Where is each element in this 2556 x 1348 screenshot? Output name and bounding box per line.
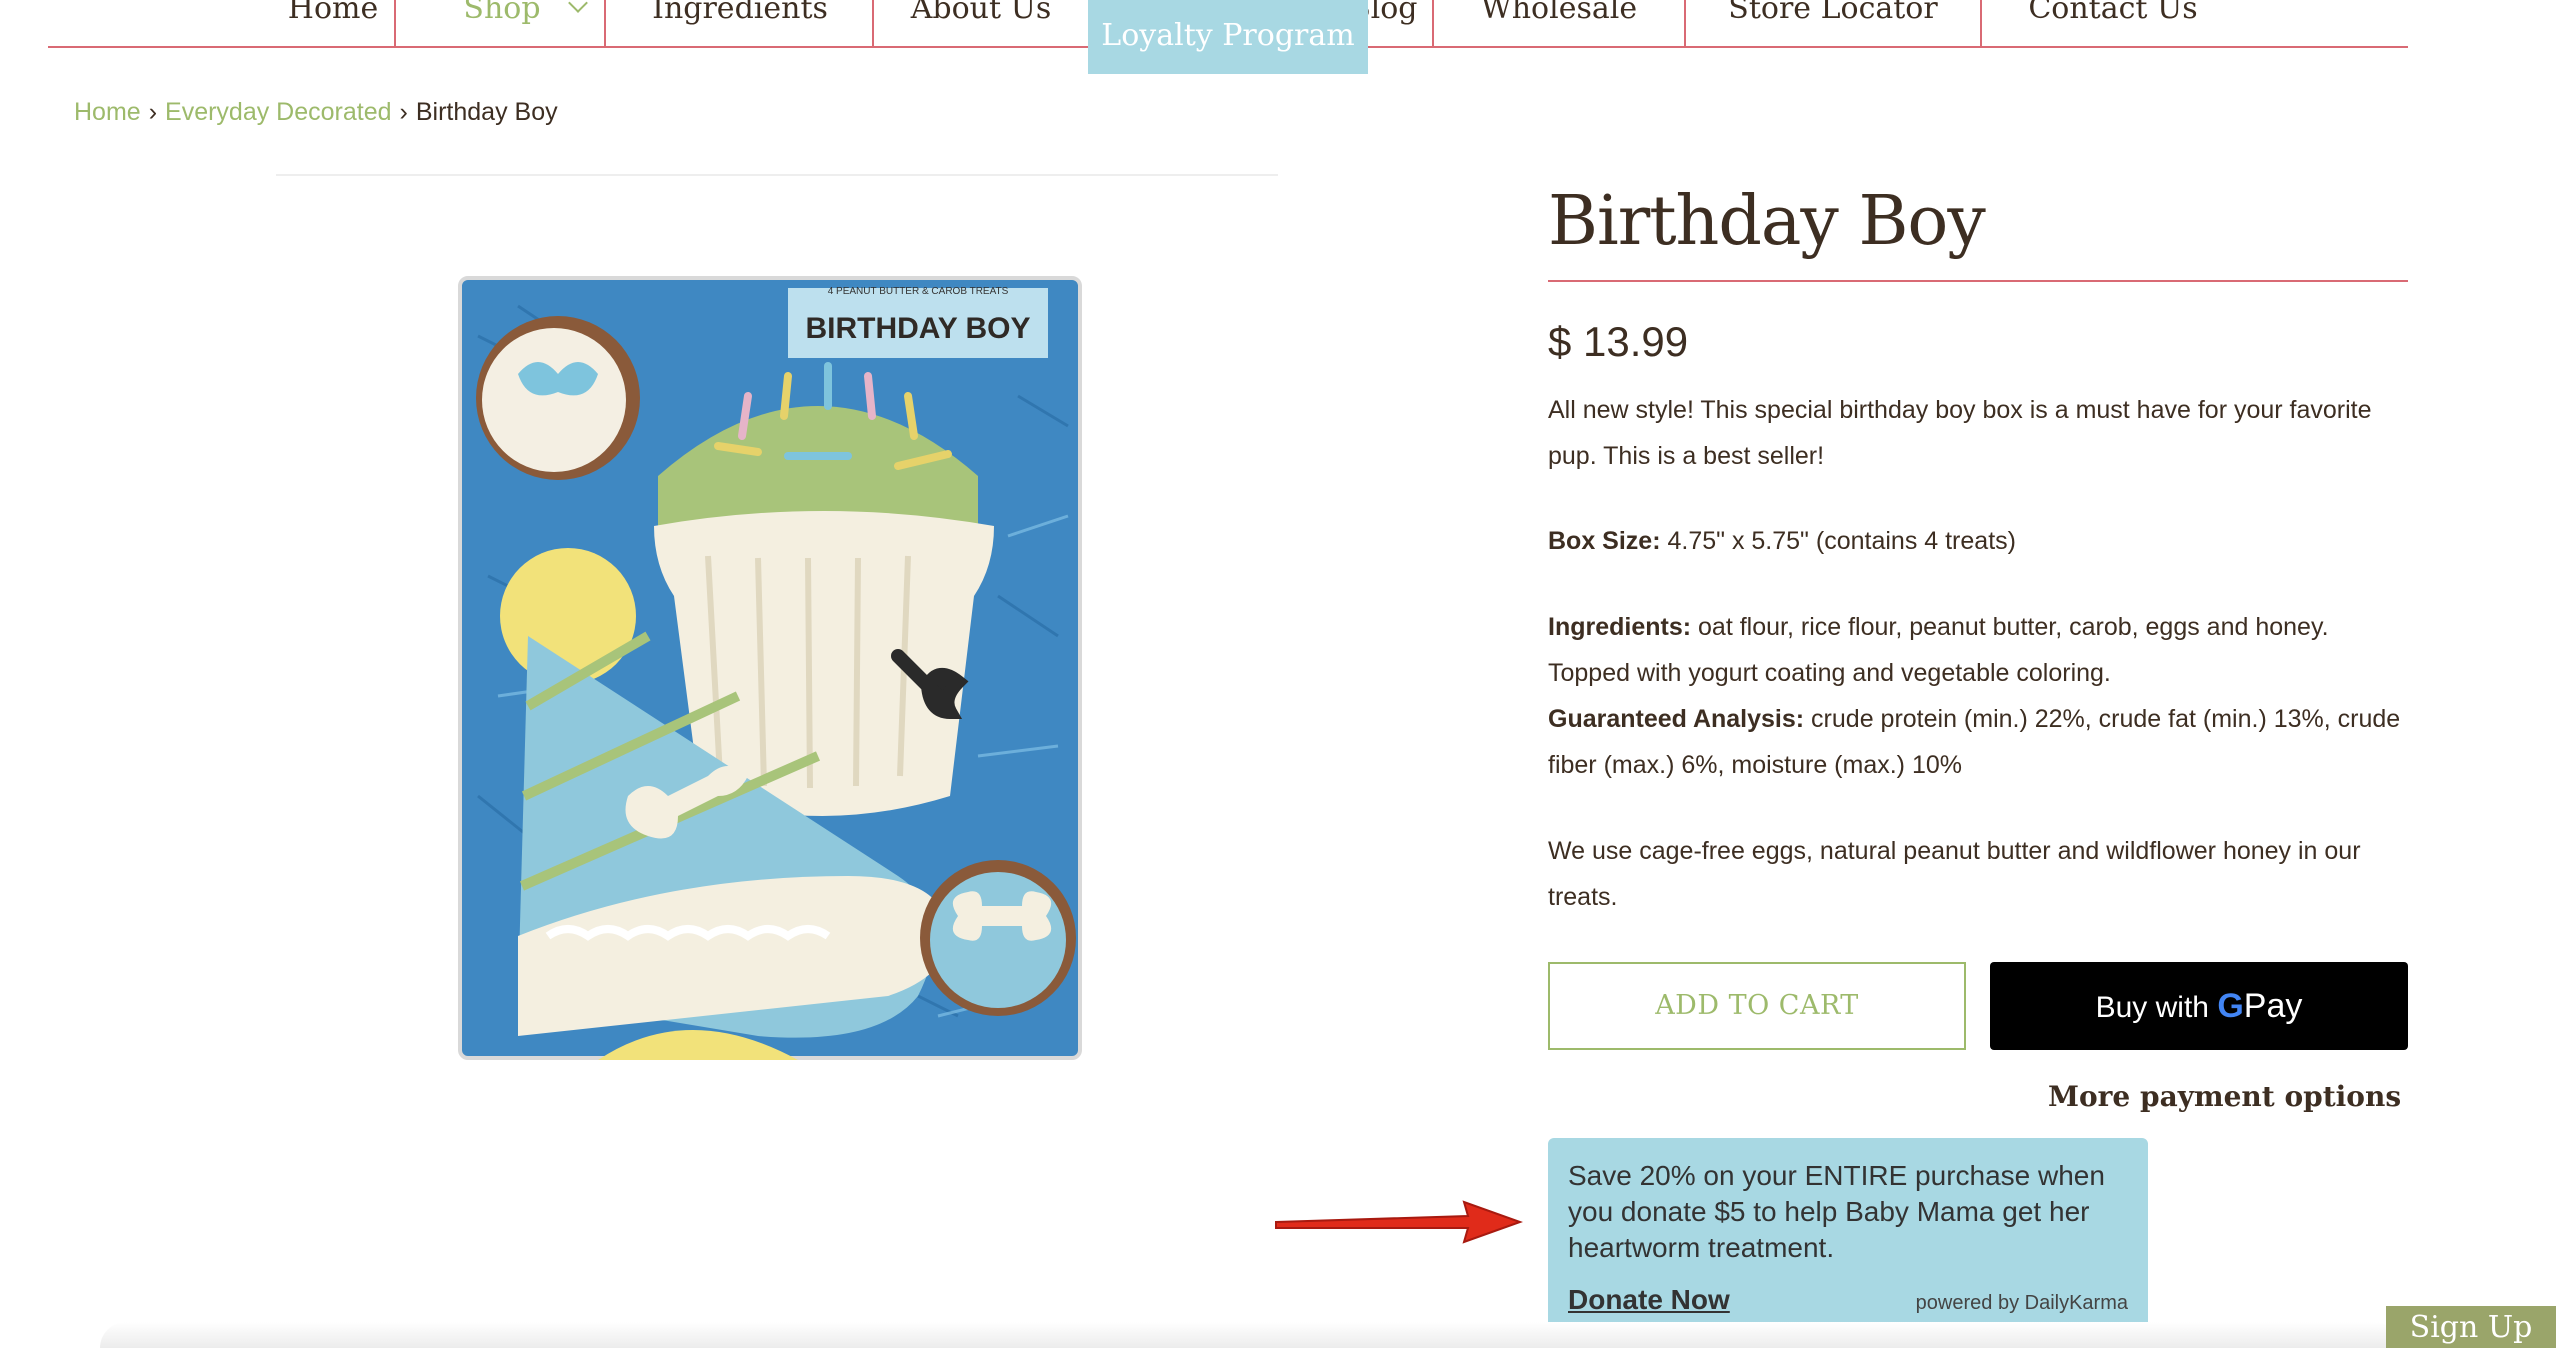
box-label: BIRTHDAY BOY	[805, 312, 1030, 345]
bottom-panel-edge	[100, 1322, 2400, 1348]
chevron-right-icon: ›	[148, 98, 158, 126]
title-divider	[1548, 280, 2408, 282]
product-title: Birthday Boy	[1548, 182, 1986, 261]
buy-with-label: Buy with	[2095, 991, 2209, 1024]
ingredients-label: Ingredients:	[1548, 613, 1692, 641]
nav-ingredients[interactable]: Ingredients	[606, 0, 874, 46]
add-to-cart-button[interactable]: ADD TO CART	[1548, 962, 1966, 1050]
box-sublabel: 4 PEANUT BUTTER & CAROB TREATS	[828, 286, 1009, 297]
breadcrumb-category-link[interactable]: Everyday Decorated	[165, 98, 392, 126]
image-divider	[276, 174, 1278, 176]
donate-now-link[interactable]: Donate Now	[1568, 1284, 1730, 1316]
loyalty-program-tab[interactable]: Loyalty Program	[1088, 0, 1368, 74]
box-size-value: 4.75" x 5.75" (contains 4 treats)	[1660, 527, 2016, 555]
box-size: Box Size: 4.75" x 5.75" (contains 4 trea…	[1548, 518, 2408, 564]
nav-store-locator[interactable]: Store Locator	[1686, 0, 1980, 46]
nav-about-us[interactable]: About Us	[874, 0, 1088, 46]
box-size-label: Box Size:	[1548, 527, 1661, 555]
product-note: We use cage-free eggs, natural peanut bu…	[1548, 837, 2361, 911]
breadcrumb: Home › Everyday Decorated › Birthday Boy	[74, 98, 558, 127]
product-image[interactable]: 4 PEANUT BUTTER & CAROB TREATS BIRTHDAY …	[458, 276, 1082, 1060]
breadcrumb-home-link[interactable]: Home	[74, 98, 141, 126]
google-pay-button[interactable]: Buy with GPay	[1990, 962, 2408, 1050]
nav-shop-label: Shop	[463, 0, 541, 26]
more-payment-options-link[interactable]: More payment options	[2048, 1080, 2401, 1113]
dailykarma-donation-widget: Save 20% on your ENTIRE purchase when yo…	[1548, 1138, 2148, 1338]
product-description: All new style! This special birthday boy…	[1548, 396, 2372, 470]
pay-label: Pay	[2243, 987, 2303, 1025]
analysis-label: Guaranteed Analysis:	[1548, 705, 1805, 733]
product-price: $ 13.99	[1548, 318, 1689, 365]
chevron-down-icon	[567, 0, 588, 13]
nav-home[interactable]: Home	[248, 0, 418, 46]
powered-by-label: powered by DailyKarma	[1915, 1292, 2128, 1314]
guaranteed-analysis: Guaranteed Analysis: crude protein (min.…	[1548, 696, 2408, 788]
ingredients: Ingredients: oat flour, rice flour, pean…	[1548, 604, 2408, 696]
donation-offer-text: Save 20% on your ENTIRE purchase when yo…	[1568, 1160, 2105, 1263]
google-g-icon: G	[2217, 987, 2244, 1025]
nav-wholesale[interactable]: Wholesale	[1434, 0, 1684, 46]
chevron-right-icon: ›	[399, 98, 408, 126]
breadcrumb-current: Birthday Boy	[415, 98, 558, 126]
nav-contact-us[interactable]: Contact Us	[1982, 0, 2244, 46]
red-arrow-icon	[1275, 1200, 1523, 1244]
sign-up-button[interactable]: Sign Up	[2386, 1306, 2556, 1348]
